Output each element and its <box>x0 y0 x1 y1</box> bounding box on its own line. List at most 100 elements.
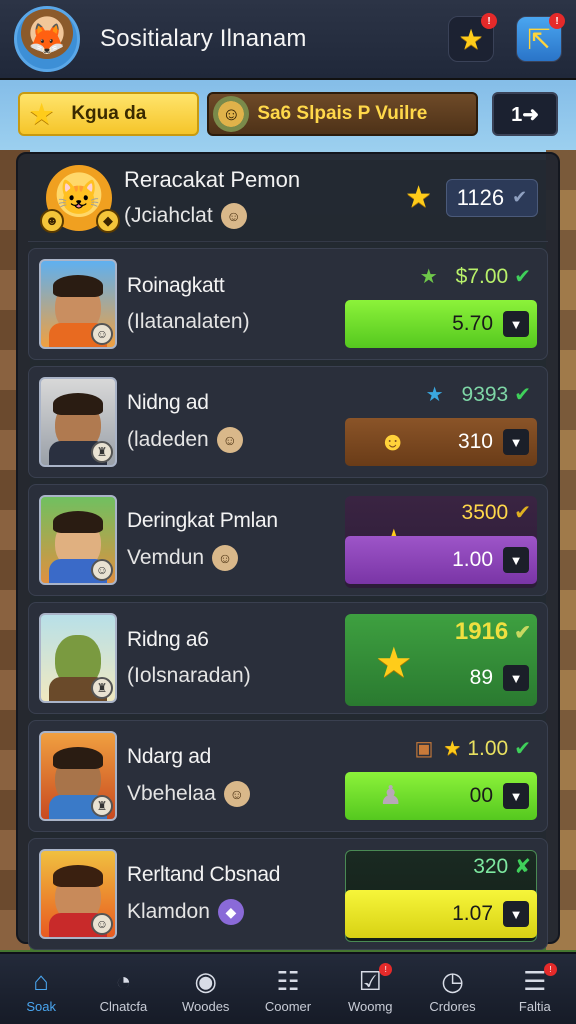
bottom-navigation: ⌂ Soak ◔ Clnatcfa ◉ Woodes ☷ Coomer ☑ ! … <box>0 952 576 1024</box>
notification-badge: ! <box>549 13 565 29</box>
profile-avatar[interactable]: 🦊 <box>14 6 80 72</box>
notification-badge: ! <box>543 962 557 976</box>
rank-badge-icon: ♜ <box>91 441 113 463</box>
top-value: 3500 <box>461 500 509 524</box>
row-name: Deringkat Pmlan <box>127 509 278 532</box>
nav-label: Soak <box>26 998 56 1014</box>
next-label: 1➜ <box>511 103 540 126</box>
face-icon: ☺ <box>220 202 247 229</box>
box-value: 89 <box>469 666 493 689</box>
nav-item-soak[interactable]: ⌂ Soak <box>1 965 81 1014</box>
row-name: Roinagkatt <box>127 274 225 297</box>
chevron-down-icon[interactable]: ▼ <box>503 311 529 337</box>
row-subtitle: Vbehelaa <box>127 782 216 805</box>
chat-icon: ◔ <box>115 965 132 996</box>
check-icon: ✔ <box>514 266 531 288</box>
tab-sa6-slpais[interactable]: ☺ Sa6 Slpais P Vuilre <box>207 92 479 136</box>
clock-icon: ◷ <box>441 965 464 996</box>
value-box[interactable]: 89 ▼ <box>441 654 537 702</box>
close-icon: ✘ <box>514 856 531 878</box>
score-value: 1126 <box>456 184 505 210</box>
share-icon: ⇱ <box>527 23 551 55</box>
gem-icon: ◆ <box>217 899 244 925</box>
value-box[interactable]: 1.00 ▼ <box>345 536 537 584</box>
tab-label: Kgua da <box>71 103 147 124</box>
nav-item-clnatcfa[interactable]: ◔ Clnatcfa <box>83 965 163 1014</box>
share-button[interactable]: ⇱ ! <box>516 13 565 62</box>
nav-item-faltia[interactable]: ☰ ! Faltia <box>495 962 575 1014</box>
chevron-down-icon[interactable]: ▼ <box>503 665 529 691</box>
tab-label: Sa6 Slpais P Vuilre <box>257 103 428 124</box>
value-box[interactable]: 5.70 ▼ <box>345 300 537 348</box>
row-name: Ndarg ad <box>127 745 211 768</box>
avatar: ♜ <box>39 613 117 703</box>
list-item[interactable]: ☺ Rerltand Cbsnad Klamdon ◆ 320 ✘ 1.07 ▼ <box>28 838 548 950</box>
row-name: Rerltand Cbsnad <box>127 863 281 886</box>
list-item[interactable]: ☺ Roinagkatt (Ilatanalaten) ★ $7.00 ✔ 5.… <box>28 248 548 360</box>
face-icon: ☺ <box>212 545 239 571</box>
tab-kgua-da[interactable]: ★ Kgua da <box>18 92 200 136</box>
player-subtitle: (Jciahclat <box>124 203 213 227</box>
chevron-down-icon[interactable]: ▼ <box>503 547 529 573</box>
check-icon: ✔ <box>512 187 528 207</box>
search-icon: ◉ <box>194 965 218 996</box>
notification-badge: ! <box>379 962 393 976</box>
row-subtitle: (ladeden <box>127 428 209 451</box>
mascot-icon: ☺ <box>213 96 250 132</box>
rank-badge-icon: ♜ <box>91 795 113 817</box>
check-icon: ✔ <box>514 621 531 644</box>
nav-item-woomg[interactable]: ☑ ! Woomg <box>330 962 410 1014</box>
list-item[interactable]: ♜ Ridng a6 (Iolsnaradan) ★ 1916 ✔ 89 ▼ <box>28 602 548 714</box>
app-title: Sositialary Ilnanam <box>100 25 307 52</box>
player-score: 1126 ✔ <box>446 178 538 217</box>
player-title: Reracakat Pemon <box>124 166 301 192</box>
home-icon: ⌂ <box>33 965 49 996</box>
check-icon: ✔ <box>514 502 531 524</box>
box-value: 1.07 <box>452 902 493 925</box>
list-item[interactable]: ♜ Ndarg ad Vbehelaa ☺ ▣ ★ 1.00 ✔ ♟ 00 ▼ <box>28 720 548 832</box>
nav-label: Coomer <box>264 998 312 1014</box>
figure-icon: ♟ <box>379 780 403 810</box>
star-icon: ★ <box>443 738 462 760</box>
check-icon: ✔ <box>514 738 531 760</box>
box-value: 5.70 <box>452 312 493 335</box>
star-icon: ★ <box>30 98 54 129</box>
nav-label: Woomg <box>347 998 393 1014</box>
value-box[interactable]: ♟ 00 ▼ <box>345 772 537 820</box>
box-value: 00 <box>469 784 493 807</box>
top-value: 320 <box>473 854 509 878</box>
star-icon: ★ <box>458 23 484 55</box>
list-item[interactable]: ☺ Deringkat Pmlan Vemdun ☺ ★ 3500 ✔ 1.00… <box>28 484 548 596</box>
star-icon: ★ <box>405 181 432 214</box>
nav-item-woodes[interactable]: ◉ Woodes <box>166 965 246 1014</box>
avatar: ♜ <box>39 731 117 821</box>
top-value: $7.00 <box>455 264 509 288</box>
star-icon: ★ <box>375 639 413 686</box>
box-value: 1.00 <box>452 548 493 571</box>
nav-label: Faltia <box>518 998 551 1014</box>
nav-item-coomer[interactable]: ☷ Coomer <box>248 965 328 1014</box>
rank-badge-icon: ☺ <box>91 323 113 345</box>
nav-label: Crdores <box>429 998 476 1014</box>
value-box[interactable]: 1.07 ▼ <box>345 890 537 938</box>
cat-icon: 😺 <box>57 178 101 217</box>
chevron-down-icon[interactable]: ▼ <box>503 901 529 927</box>
chevron-down-icon[interactable]: ▼ <box>503 783 529 809</box>
top-bar: 🦊 Sositialary Ilnanam ★ ! ⇱ ! <box>0 0 576 80</box>
row-name: Ridng a6 <box>127 628 209 651</box>
nav-label: Woodes <box>181 998 230 1014</box>
shield-badge-icon: ◆ <box>96 208 120 233</box>
avatar: ☺ <box>39 259 117 349</box>
rank-badge-icon: ♜ <box>91 677 113 699</box>
value-box[interactable]: ☻ 310 ▼ <box>345 418 537 466</box>
next-button[interactable]: 1➜ <box>492 92 558 136</box>
top-value: 1.00 <box>467 736 509 760</box>
favorites-button[interactable]: ★ ! <box>448 13 497 62</box>
current-player-row[interactable]: 😺 ☻ ◆ Reracakat Pemon (Jciahclat ☺ ★ 112… <box>28 154 548 242</box>
row-name: Nidng ad <box>127 391 209 414</box>
chevron-down-icon[interactable]: ▼ <box>503 429 529 455</box>
list-item[interactable]: ♜ Nidng ad (ladeden ☺ ★ 9393 ✔ ☻ 310 ▼ <box>28 366 548 478</box>
star-icon: ★ <box>419 266 438 288</box>
avatar: ☺ <box>39 849 117 939</box>
nav-item-crdores[interactable]: ◷ Crdores <box>413 965 493 1014</box>
